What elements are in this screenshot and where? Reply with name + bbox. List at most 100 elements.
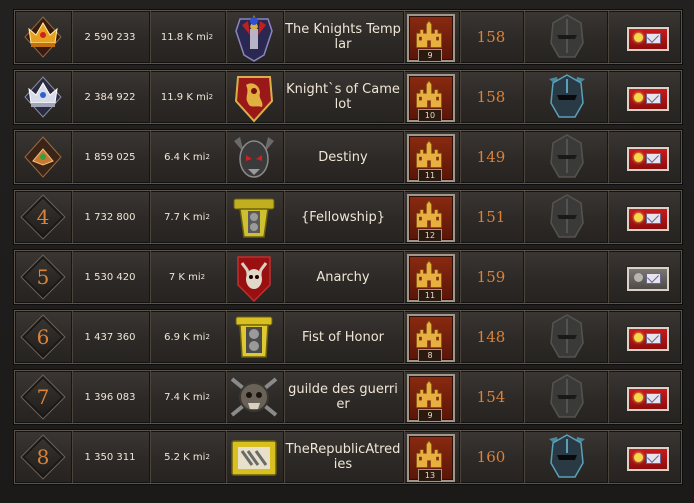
clan-emblem-icon[interactable] [228,251,280,303]
name-cell[interactable]: {Fellowship} [283,191,404,243]
send-message-button[interactable] [627,147,669,171]
name-cell[interactable]: The Knights Templar [283,11,404,63]
member-count: 149 [476,148,506,166]
send-message-button[interactable] [627,87,669,111]
knight-helmet-icon[interactable] [547,313,587,361]
knight-helmet-icon[interactable] [547,133,587,181]
rank-cell [15,71,72,123]
name-cell[interactable]: guilde des guerrier [283,371,404,423]
send-message-button[interactable] [627,27,669,51]
name-cell[interactable]: Anarchy [283,251,404,303]
send-message-button[interactable] [627,207,669,231]
clan-emblem-icon[interactable] [228,431,280,483]
area-cell: 5.2 K mi 2 [149,431,226,483]
clan-area: 11.8 K mi 2 [160,31,214,43]
clan-row[interactable]: 4 1 732 800 7.7 K mi 2 {Fellowship} 12 15… [14,190,682,244]
emblem-cell [225,431,284,483]
clan-emblem-icon[interactable] [228,71,280,123]
message-cell [607,131,681,183]
envelope-icon [646,393,661,404]
area-cell: 6.9 K mi 2 [149,311,226,363]
area-cell: 7.7 K mi 2 [149,191,226,243]
level-cell: 8 [403,311,460,363]
knight-helmet-icon[interactable] [547,13,587,61]
clan-area: 7.7 K mi 2 [164,211,210,223]
rank-number: 5 [36,265,50,289]
points-cell: 1 859 025 [71,131,150,183]
members-cell: 149 [459,131,524,183]
clan-row[interactable]: 2 590 233 11.8 K mi 2 The Knights Templar… [14,10,682,64]
envelope-icon [646,333,661,344]
member-count: 154 [476,388,506,406]
points-cell: 2 384 922 [71,71,150,123]
clan-emblem-icon[interactable] [228,11,280,63]
area-cell: 7 K mi 2 [149,251,226,303]
clan-name[interactable]: Fist of Honor [300,330,386,345]
members-cell: 154 [459,371,524,423]
clan-points: 1 530 420 [84,271,136,283]
helmet-cell [523,371,608,423]
clan-name[interactable]: Anarchy [314,270,371,285]
clan-row[interactable]: 8 1 350 311 5.2 K mi 2 TheRepublicAtredie… [14,430,682,484]
crown-bronze-icon [21,135,65,179]
send-message-button[interactable] [627,447,669,471]
name-cell[interactable]: Destiny [283,131,404,183]
name-cell[interactable]: Fist of Honor [283,311,404,363]
clan-name[interactable]: {Fellowship} [299,210,387,225]
clan-row[interactable]: 5 1 530 420 7 K mi 2 Anarchy 11 159 [14,250,682,304]
name-cell[interactable]: Knight`s of Camelot [283,71,404,123]
clan-points: 1 437 360 [84,331,136,343]
castle-level: 9 [418,409,442,422]
castle-level: 10 [418,109,442,122]
message-cell [607,191,681,243]
clan-emblem-icon[interactable] [228,371,280,423]
clan-row[interactable]: 2 384 922 11.9 K mi 2 Knight`s of Camelot… [14,70,682,124]
name-cell[interactable]: TheRepublicAtredies [283,431,404,483]
clan-name[interactable]: guilde des guerrier [283,382,403,412]
send-message-button[interactable] [627,327,669,351]
member-count: 159 [476,268,506,286]
area-cell: 7.4 K mi 2 [149,371,226,423]
clan-area: 5.2 K mi 2 [164,451,210,463]
clan-row[interactable]: 7 1 396 083 7.4 K mi 2 guilde des guerrie… [14,370,682,424]
message-cell [607,71,681,123]
knight-helmet-icon[interactable] [547,433,587,481]
helmet-cell [523,251,608,303]
clan-emblem-icon[interactable] [228,311,280,363]
helmet-cell [523,431,608,483]
level-cell: 13 [403,431,460,483]
member-count: 158 [476,28,506,46]
clan-points: 1 396 083 [84,391,136,403]
envelope-icon [646,453,661,464]
area-cell: 11.9 K mi 2 [149,71,226,123]
clan-points: 2 384 922 [84,91,136,103]
level-cell: 11 [403,131,460,183]
members-cell: 160 [459,431,524,483]
emblem-cell [225,311,284,363]
clan-name[interactable]: Destiny [316,150,369,165]
points-cell: 1 350 311 [71,431,150,483]
sun-icon [634,393,643,402]
knight-helmet-icon[interactable] [547,193,587,241]
send-message-button[interactable] [627,387,669,411]
clan-name[interactable]: Knight`s of Camelot [283,82,403,112]
knight-helmet-icon[interactable] [547,373,587,421]
clan-emblem-icon[interactable] [228,191,280,243]
clan-name[interactable]: The Knights Templar [283,22,403,52]
send-message-button[interactable] [627,267,669,291]
emblem-cell [225,131,284,183]
clan-emblem-icon[interactable] [228,131,280,183]
level-cell: 10 [403,71,460,123]
emblem-cell [225,371,284,423]
envelope-icon [646,213,661,224]
member-count: 158 [476,88,506,106]
member-count: 160 [476,448,506,466]
sun-icon [634,273,643,282]
castle-level: 8 [418,349,442,362]
clan-row[interactable]: 1 859 025 6.4 K mi 2 Destiny 11 149 [14,130,682,184]
helmet-cell [523,131,608,183]
clan-name[interactable]: TheRepublicAtredies [283,442,403,472]
knight-helmet-icon[interactable] [547,73,587,121]
member-count: 148 [476,328,506,346]
clan-row[interactable]: 6 1 437 360 6.9 K mi 2 Fist of Honor 8 14… [14,310,682,364]
